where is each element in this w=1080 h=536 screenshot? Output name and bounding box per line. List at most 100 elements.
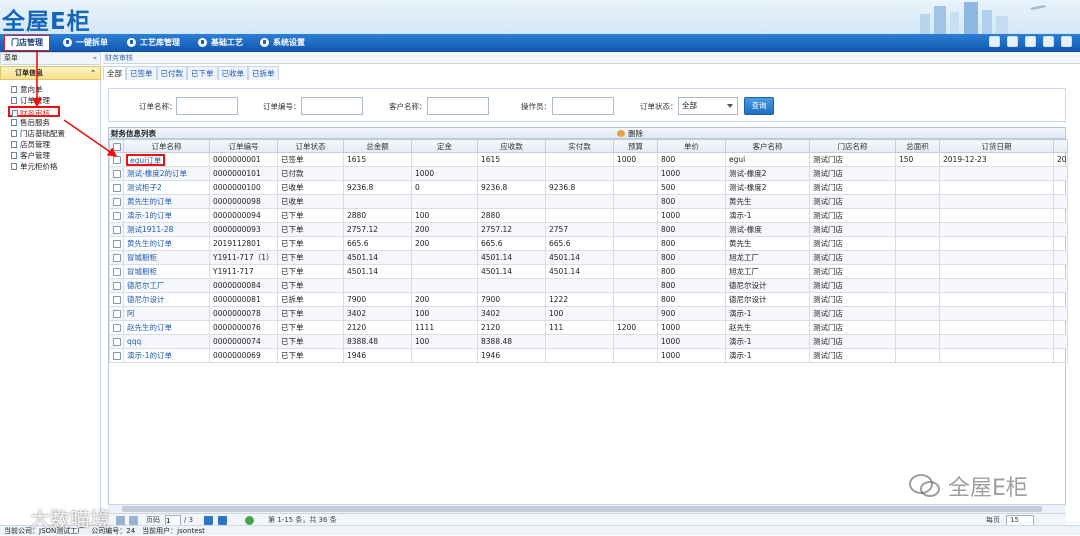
order-name-link[interactable]: 测试1911-28 bbox=[123, 222, 210, 237]
first-page-icon[interactable] bbox=[116, 516, 125, 525]
column-header[interactable]: 应收款 bbox=[477, 139, 546, 153]
order-name-link[interactable]: 冒城橱柜 bbox=[123, 250, 210, 265]
column-header[interactable]: 总金额 bbox=[343, 139, 412, 153]
sidebar-item-unit-price[interactable]: 单元柜价格 bbox=[0, 161, 100, 172]
row-checkbox[interactable] bbox=[109, 334, 124, 349]
table-row[interactable]: 黄先生的订单 0000000098 已收单 800 黄先生 测试门店 bbox=[109, 194, 1068, 209]
refresh-icon[interactable] bbox=[245, 516, 254, 525]
nav-craft-library[interactable]: 工艺库管理 bbox=[126, 36, 180, 50]
tab-ordered[interactable]: 已下单 bbox=[187, 66, 218, 80]
row-checkbox[interactable] bbox=[109, 250, 124, 265]
sidebar-item-finance-review[interactable]: 财务审核 bbox=[8, 106, 60, 118]
column-header[interactable]: 预算 bbox=[613, 139, 658, 153]
table-row[interactable]: 德尼尔工厂 0000000084 已下单 800 德尼尔设计 测试门店 bbox=[109, 278, 1068, 293]
column-header[interactable]: 订单编号 bbox=[209, 139, 278, 153]
table-row[interactable]: egui订单 0000000001 已签单 1615 1615 1000 800 egui 测试… bbox=[109, 152, 1068, 167]
prev-page-icon[interactable] bbox=[129, 516, 138, 525]
row-checkbox[interactable] bbox=[109, 208, 124, 223]
order-name-link[interactable]: 赵先生的订单 bbox=[123, 320, 210, 335]
nav-basic-craft[interactable]: 基础工艺 bbox=[197, 36, 243, 50]
order-name-input[interactable] bbox=[176, 97, 238, 115]
sidebar-item-order-management[interactable]: 订单管理 bbox=[0, 95, 100, 106]
order-name-link[interactable]: 德尼尔工厂 bbox=[123, 278, 210, 293]
table-row[interactable]: 演示-1的订单 0000000094 已下单 2880 100 2880 1000 演示-1 测… bbox=[109, 208, 1068, 223]
table-row[interactable]: 冒城橱柜 Y1911-717 已下单 4501.14 4501.14 4501.14 800… bbox=[109, 264, 1068, 279]
table-row[interactable]: 测试-橡度2的订单 0000000101 已付款 1000 1000 测试-橡度2 测试门店 bbox=[109, 166, 1068, 181]
row-checkbox[interactable] bbox=[109, 278, 124, 293]
calendar-icon[interactable] bbox=[1007, 36, 1018, 47]
sidebar-item-customers[interactable]: 客户管理 bbox=[0, 150, 100, 161]
gear-icon[interactable] bbox=[1043, 36, 1054, 47]
tab-all[interactable]: 全部 bbox=[103, 66, 126, 80]
table-row[interactable]: 冒城橱柜 Y1911-717（1） 已下单 4501.14 4501.14 4501.14… bbox=[109, 250, 1068, 265]
table-row[interactable]: 德尼尔设计 0000000081 已拆单 7900 200 7900 1222 800 德尼尔设… bbox=[109, 292, 1068, 307]
order-name-link[interactable]: 德尼尔设计 bbox=[123, 292, 210, 307]
column-header[interactable]: 单价 bbox=[657, 139, 726, 153]
order-name-link[interactable]: 测试-橡度2的订单 bbox=[123, 166, 210, 181]
row-checkbox[interactable] bbox=[109, 166, 124, 181]
column-header[interactable]: 总面积 bbox=[895, 139, 940, 153]
user-icon[interactable] bbox=[1025, 36, 1036, 47]
table-row[interactable]: 黄先生的订单 2019112801 已下单 665.6 200 665.6 665.6 800… bbox=[109, 236, 1068, 251]
order-name-link[interactable]: qqq bbox=[123, 334, 210, 349]
order-name-link[interactable]: 阿 bbox=[123, 306, 210, 321]
home-icon[interactable] bbox=[989, 36, 1000, 47]
tab-split[interactable]: 已拆单 bbox=[248, 66, 279, 80]
column-header[interactable]: 实付款 bbox=[545, 139, 614, 153]
column-header[interactable]: 门店名称 bbox=[809, 139, 896, 153]
last-page-icon[interactable] bbox=[218, 516, 227, 525]
sidebar-item-after-sales[interactable]: 售后服务 bbox=[0, 117, 100, 128]
order-name-link[interactable]: 演示-1的订单 bbox=[123, 208, 210, 223]
operator-input[interactable] bbox=[552, 97, 614, 115]
column-header[interactable]: 订单状态 bbox=[277, 139, 344, 153]
select-all-checkbox[interactable] bbox=[109, 139, 124, 153]
row-checkbox[interactable] bbox=[109, 194, 124, 209]
sidebar-item-intent-order[interactable]: 意向单 bbox=[0, 84, 100, 95]
sidebar-item-store-config[interactable]: 门店基础配置 bbox=[0, 128, 100, 139]
row-checkbox[interactable] bbox=[109, 320, 124, 335]
delete-button[interactable]: 删除 bbox=[617, 128, 643, 139]
order-name-link[interactable]: egui订单 bbox=[123, 152, 210, 167]
nav-system-settings[interactable]: 系统设置 bbox=[259, 36, 305, 50]
tab-received[interactable]: 已收单 bbox=[217, 66, 248, 80]
column-header[interactable]: 订单名称 bbox=[123, 139, 210, 153]
query-button[interactable]: 查询 bbox=[744, 97, 774, 115]
table-row[interactable]: 演示-1的订单 0000000069 已下单 1946 1946 1000 演示-1 测试门店 bbox=[109, 348, 1068, 363]
table-row[interactable]: 测试柜子2 0000000100 已收单 9236.8 0 9236.8 9236.8 500… bbox=[109, 180, 1068, 195]
row-checkbox[interactable] bbox=[109, 236, 124, 251]
order-no-input[interactable] bbox=[301, 97, 363, 115]
row-checkbox[interactable] bbox=[109, 306, 124, 321]
order-name-link[interactable]: 演示-1的订单 bbox=[123, 348, 210, 363]
order-name-link[interactable]: 黄先生的订单 bbox=[123, 194, 210, 209]
horizontal-scrollbar[interactable] bbox=[108, 504, 1066, 513]
nav-store-management[interactable]: 门店管理 bbox=[4, 35, 50, 51]
customer-name-input[interactable] bbox=[427, 97, 489, 115]
order-status-select[interactable]: 全部 bbox=[678, 97, 738, 115]
row-checkbox[interactable] bbox=[109, 180, 124, 195]
logout-icon[interactable] bbox=[1061, 36, 1072, 47]
table-row[interactable]: 阿 0000000078 已下单 3402 100 3402 100 900 演示-1 测试门店 bbox=[109, 306, 1068, 321]
table-row[interactable]: 测试1911-28 0000000093 已下单 2757.12 200 2757.12 2… bbox=[109, 222, 1068, 237]
column-header[interactable]: 订货日期 bbox=[939, 139, 1054, 153]
table-row[interactable]: qqq 0000000074 已下单 8388.48 100 8388.48 1000 演示-… bbox=[109, 334, 1068, 349]
collapse-sidebar-icon[interactable]: « bbox=[93, 53, 97, 64]
nav-one-click-split[interactable]: 一键拆单 bbox=[62, 36, 108, 50]
row-checkbox[interactable] bbox=[109, 348, 124, 363]
order-name-link[interactable]: 测试柜子2 bbox=[123, 180, 210, 195]
column-header[interactable] bbox=[1053, 139, 1068, 153]
column-header[interactable]: 客户名称 bbox=[725, 139, 810, 153]
tab-paid[interactable]: 已付款 bbox=[156, 66, 187, 80]
row-checkbox[interactable] bbox=[109, 292, 124, 307]
order-name-link[interactable]: 黄先生的订单 bbox=[123, 236, 210, 251]
scrollbar-thumb[interactable] bbox=[122, 506, 1042, 512]
breadcrumb-label[interactable]: 财务审核 bbox=[105, 54, 133, 62]
column-header[interactable]: 定金 bbox=[411, 139, 478, 153]
table-row[interactable]: 赵先生的订单 0000000076 已下单 2120 1111 2120 111 1200 10… bbox=[109, 320, 1068, 335]
next-page-icon[interactable] bbox=[204, 516, 213, 525]
sidebar-group-order-info[interactable]: 订单信息 ⌃ bbox=[0, 66, 101, 80]
row-checkbox[interactable] bbox=[109, 264, 124, 279]
row-checkbox[interactable] bbox=[109, 152, 124, 167]
row-checkbox[interactable] bbox=[109, 222, 124, 237]
tab-signed[interactable]: 已签单 bbox=[126, 66, 157, 80]
order-name-link[interactable]: 冒城橱柜 bbox=[123, 264, 210, 279]
